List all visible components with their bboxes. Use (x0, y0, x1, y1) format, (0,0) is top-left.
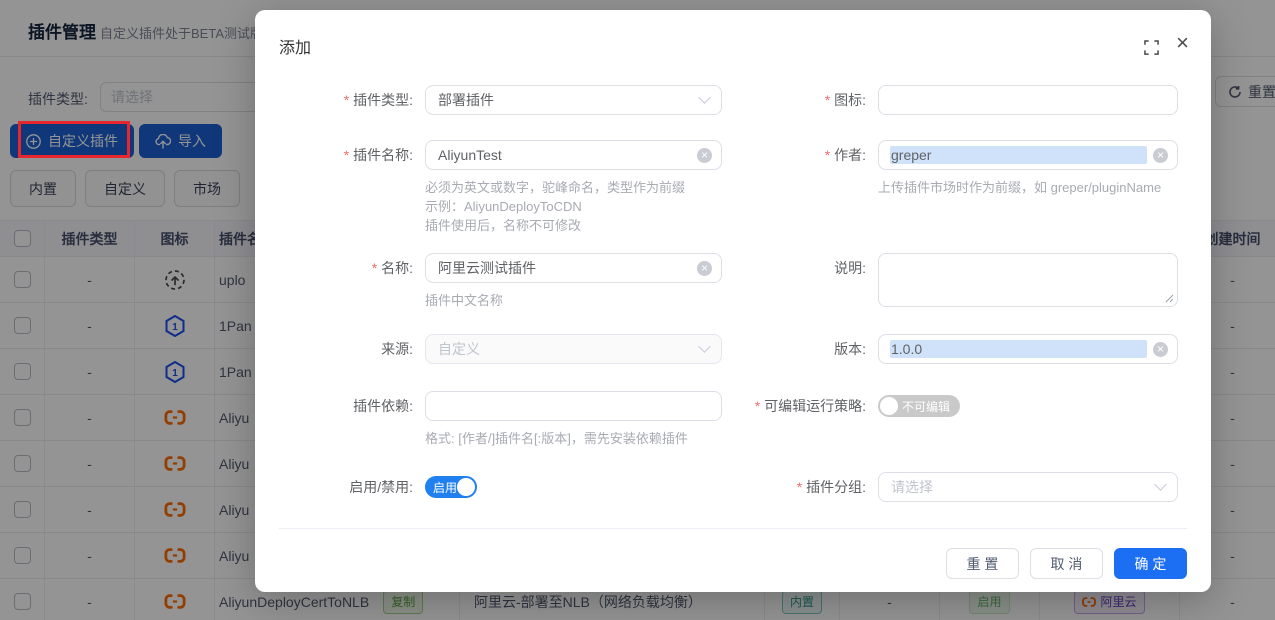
field-enabled: 启用/禁用: 启用 (279, 472, 722, 502)
editable-policy-toggle[interactable]: 不可编辑 (878, 395, 960, 417)
field-label: 插件类型: (279, 85, 425, 115)
toggle-label: 启用 (433, 479, 457, 496)
enabled-toggle[interactable]: 启用 (425, 476, 477, 498)
field-label: 说明: (722, 253, 878, 283)
toggle-label: 不可编辑 (902, 398, 950, 415)
description-textarea[interactable] (878, 253, 1178, 307)
field-label: 名称: (279, 253, 425, 283)
icon-input[interactable] (878, 85, 1178, 115)
chevron-down-icon (698, 91, 711, 104)
plugin-name-input[interactable]: AliyunTest (425, 140, 722, 170)
plugin-group-select[interactable]: 请选择 (878, 472, 1178, 502)
field-label: 插件依赖: (279, 391, 425, 421)
field-label: 图标: (722, 85, 878, 115)
chevron-down-icon (1154, 478, 1167, 491)
field-source: 来源: 自定义 (279, 334, 722, 364)
text-selection-highlight (890, 340, 1147, 358)
helper-text: 上传插件市场时作为前缀，如 greper/pluginName (878, 178, 1178, 197)
name-input[interactable]: 阿里云测试插件 (425, 253, 722, 283)
field-label: 插件分组: (722, 472, 878, 502)
confirm-button[interactable]: 确 定 (1114, 548, 1187, 579)
reset-button[interactable]: 重 置 (946, 548, 1019, 579)
version-input[interactable]: 1.0.0 (878, 334, 1178, 364)
annotation-highlight-box (18, 121, 130, 158)
field-name: 名称: 阿里云测试插件 插件中文名称 (279, 253, 722, 310)
clear-icon[interactable] (697, 261, 712, 276)
dialog-title: 添加 (279, 34, 311, 58)
helper-text: 必须为英文或数字，驼峰命名，类型作为前缀 (425, 178, 722, 197)
helper-text: 插件中文名称 (425, 291, 722, 310)
field-author: 作者: greper 上传插件市场时作为前缀，如 greper/pluginNa… (722, 140, 1187, 197)
field-dependencies: 插件依赖: 格式: [作者/]插件名[:版本]，需先安装依赖插件 (279, 391, 722, 448)
form-row: 来源: 自定义 版本: 1.0.0 (279, 334, 1187, 364)
resize-handle (1165, 294, 1174, 303)
field-label: 可编辑运行策略: (722, 391, 878, 421)
source-select: 自定义 (425, 334, 722, 364)
field-label: 版本: (722, 334, 878, 364)
field-version: 版本: 1.0.0 (722, 334, 1187, 364)
field-plugin-type: 插件类型: 部署插件 (279, 85, 722, 115)
helper-text: 插件使用后，名称不可修改 (425, 216, 722, 235)
add-plugin-dialog: 添加 插件类型: 部署插件 图标: (255, 10, 1211, 592)
cancel-button[interactable]: 取 消 (1030, 548, 1103, 579)
form-row: 插件名称: AliyunTest 必须为英文或数字，驼峰命名，类型作为前缀 示例… (279, 140, 1187, 235)
form-row: 插件依赖: 格式: [作者/]插件名[:版本]，需先安装依赖插件 可编辑运行策略… (279, 391, 1187, 448)
clear-icon[interactable] (1153, 148, 1168, 163)
dialog-footer: 重 置 取 消 确 定 (946, 548, 1187, 579)
field-plugin-name: 插件名称: AliyunTest 必须为英文或数字，驼峰命名，类型作为前缀 示例… (279, 140, 722, 235)
fullscreen-icon[interactable] (1144, 40, 1159, 55)
form-row: 插件类型: 部署插件 图标: (279, 85, 1187, 115)
plugin-management-page: 插件管理 自定义插件处于BETA测试版， 插件类型: 重置 自定义插件 导入 (0, 0, 1275, 620)
footer-divider (279, 528, 1187, 529)
form-row: 名称: 阿里云测试插件 插件中文名称 说明: (279, 253, 1187, 310)
field-label: 启用/禁用: (279, 472, 425, 502)
field-icon: 图标: (722, 85, 1187, 115)
field-label: 作者: (722, 140, 878, 170)
field-editable-policy: 可编辑运行策略: 不可编辑 (722, 391, 1187, 421)
chevron-down-icon (698, 340, 711, 353)
field-group: 插件分组: 请选择 (722, 472, 1187, 502)
helper-text: 格式: [作者/]插件名[:版本]，需先安装依赖插件 (425, 429, 722, 448)
toggle-knob (880, 397, 898, 415)
clear-icon[interactable] (697, 148, 712, 163)
helper-text: 示例：AliyunDeployToCDN (425, 197, 722, 216)
author-input[interactable]: greper (878, 140, 1178, 170)
dependencies-input[interactable] (425, 391, 722, 421)
field-label: 插件名称: (279, 140, 425, 170)
toggle-knob (457, 478, 475, 496)
field-description: 说明: (722, 253, 1187, 307)
clear-icon[interactable] (1153, 342, 1168, 357)
field-label: 来源: (279, 334, 425, 364)
form-row: 启用/禁用: 启用 插件分组: 请选择 (279, 472, 1187, 502)
plugin-type-select[interactable]: 部署插件 (425, 85, 722, 115)
close-icon[interactable] (1176, 32, 1189, 54)
